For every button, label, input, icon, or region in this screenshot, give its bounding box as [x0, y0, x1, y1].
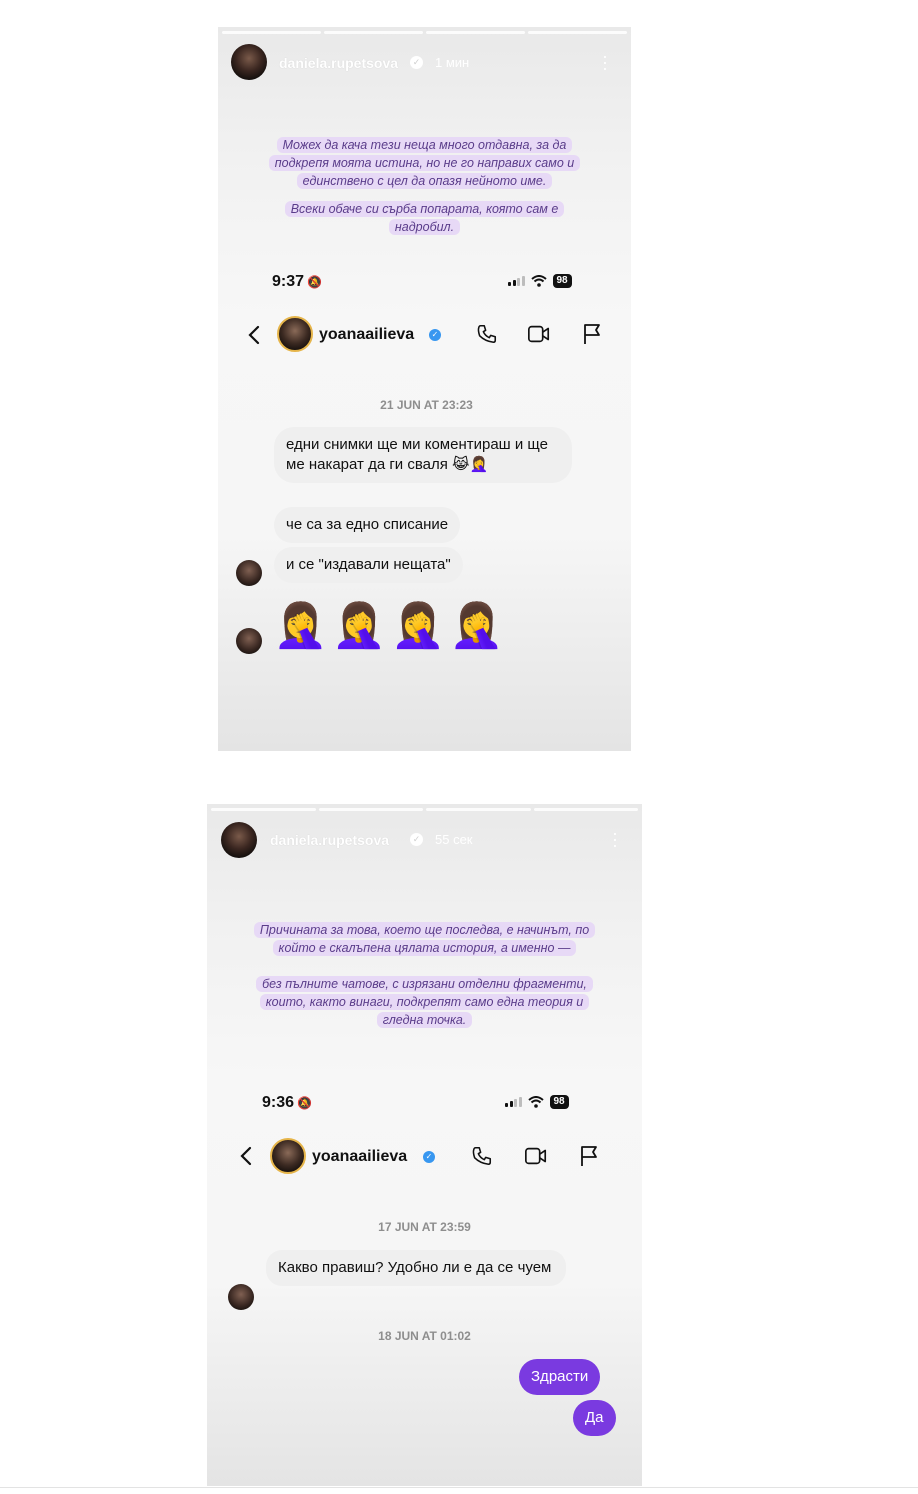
dm-avatar[interactable]	[270, 1138, 306, 1174]
signal-icon	[505, 1097, 522, 1107]
battery-icon: 98	[549, 1095, 569, 1109]
more-vertical-icon[interactable]: · · ·	[612, 824, 618, 854]
outgoing-message-bubble: Здрасти	[519, 1359, 601, 1395]
wifi-icon	[527, 1096, 544, 1108]
more-vertical-icon[interactable]: · · ·	[602, 47, 608, 77]
sender-avatar	[228, 1284, 254, 1310]
story-card-2: daniela.rupetsova ✓ 55 сек · · · Причината…	[207, 804, 642, 1486]
chevron-left-icon[interactable]	[240, 1146, 252, 1166]
flag-icon[interactable]	[579, 1145, 599, 1167]
dm-screenshot: 9:36 🔕 98 yoanaailieva ✓ 17 JUN AT 23:59…	[207, 1076, 642, 1486]
emoji-message: 🤦‍♀️🤦‍♀️🤦‍♀️🤦‍♀️	[273, 601, 509, 650]
story-username[interactable]: daniela.rupetsova	[270, 832, 389, 848]
status-time: 9:37 🔕	[272, 273, 323, 290]
status-icons: 98	[505, 1095, 569, 1109]
story-caption-2: без пълните чатове, с изрязани отделни ф…	[207, 975, 642, 1029]
message-bubble: Какво правиш? Удобно ли е да се чуем	[266, 1250, 566, 1286]
verified-check-icon: ✓	[410, 56, 423, 69]
outgoing-message-bubble: Да	[573, 1400, 616, 1436]
bell-slash-icon: 🔕	[294, 1096, 313, 1110]
flag-icon[interactable]	[582, 323, 602, 345]
video-camera-icon[interactable]	[524, 1145, 548, 1167]
sender-avatar	[236, 560, 262, 586]
dm-avatar[interactable]	[277, 316, 313, 352]
status-time: 9:36 🔕	[262, 1094, 313, 1111]
bell-slash-icon: 🔕	[304, 275, 323, 289]
story-progress-bar	[211, 808, 638, 811]
story-time: 1 мин	[435, 55, 470, 70]
battery-icon: 98	[552, 274, 572, 288]
message-timestamp: 17 JUN AT 23:59	[378, 1220, 471, 1234]
message-timestamp: 21 JUN AT 23:23	[380, 398, 473, 412]
caption-text: Причината за това, което ще последва, е …	[253, 922, 596, 956]
message-bubble: и се "издавали нещата"	[274, 547, 463, 583]
phone-icon[interactable]	[471, 1145, 493, 1167]
story-username[interactable]: daniela.rupetsova	[279, 55, 398, 71]
phone-icon[interactable]	[476, 323, 498, 345]
verified-check-icon: ✓	[410, 833, 423, 846]
verified-check-icon: ✓	[429, 329, 441, 341]
sender-avatar	[236, 628, 262, 654]
chevron-left-icon[interactable]	[248, 325, 260, 345]
story-progress-bar	[222, 31, 627, 34]
dm-username[interactable]: yoanaailieva	[319, 326, 414, 344]
story-avatar[interactable]	[231, 44, 267, 80]
message-bubble: че са за едно списание	[274, 507, 461, 543]
message-bubble: едни снимки ще ми коментираш и ще ме нак…	[274, 427, 572, 483]
message-timestamp: 18 JUN AT 01:02	[378, 1329, 471, 1343]
status-icons: 98	[508, 274, 572, 288]
caption-text: без пълните чатове, с изрязани отделни ф…	[256, 976, 593, 1028]
video-camera-icon[interactable]	[527, 323, 551, 345]
story-caption-1: Причината за това, което ще последва, е …	[207, 921, 642, 957]
story-caption-1: Можех да кача тези неща много отдавна, з…	[218, 136, 631, 190]
story-time: 55 сек	[435, 832, 473, 847]
story-card-1: daniela.rupetsova ✓ 1 мин · · · Можех да к…	[218, 27, 631, 751]
page-divider	[0, 1487, 918, 1488]
caption-text: Можех да кача тези неща много отдавна, з…	[268, 137, 581, 189]
signal-icon	[508, 276, 525, 286]
story-avatar[interactable]	[221, 822, 257, 858]
verified-check-icon: ✓	[423, 1151, 435, 1163]
wifi-icon	[530, 275, 547, 287]
dm-username[interactable]: yoanaailieva	[312, 1148, 407, 1166]
caption-text: Всеки обаче си сърба попарата, която сам…	[284, 201, 565, 235]
dm-screenshot: 9:37 🔕 98 yoanaailieva ✓ 21 JUN AT 23:23…	[218, 255, 631, 751]
story-caption-2: Всеки обаче си сърба попарата, която сам…	[218, 200, 631, 236]
